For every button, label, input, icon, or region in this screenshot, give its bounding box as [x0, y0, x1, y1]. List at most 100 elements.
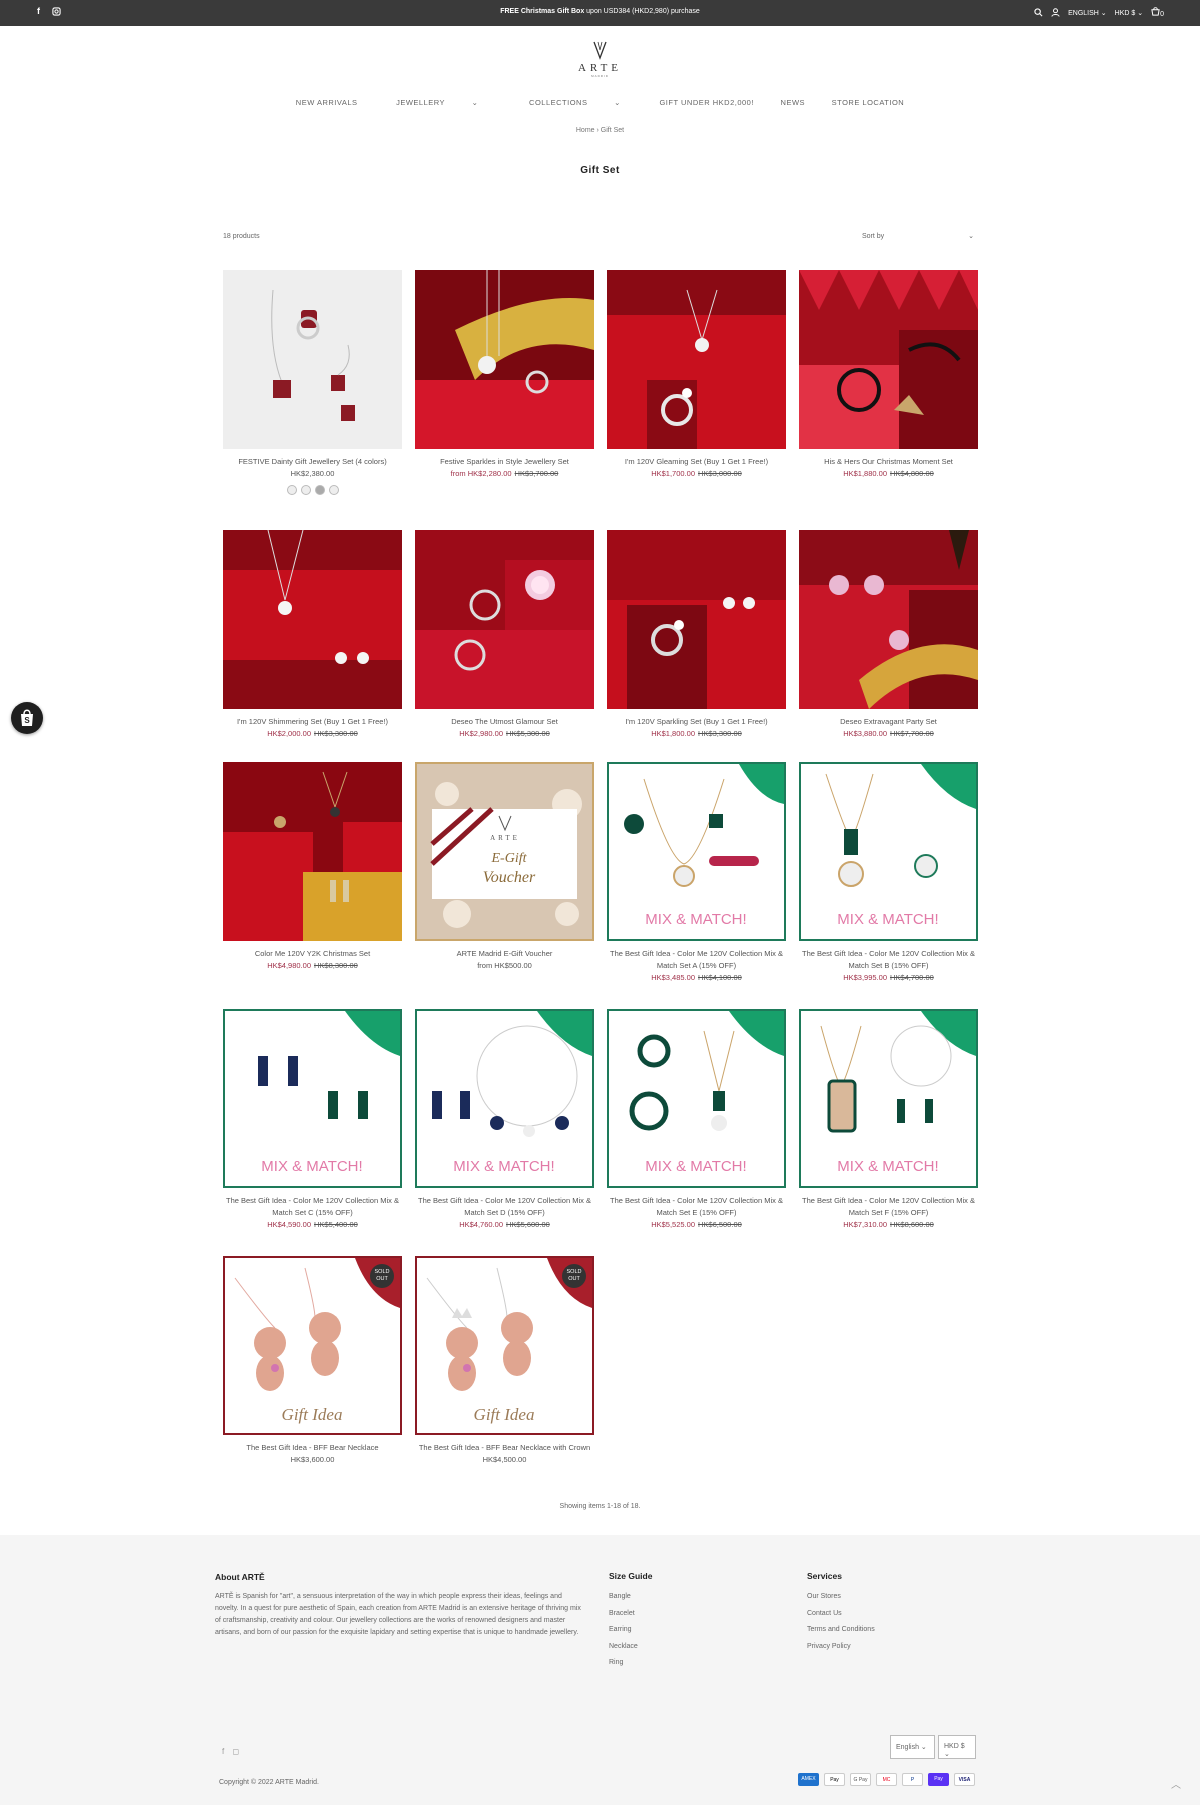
swatch[interactable]: [328, 485, 339, 495]
product-image[interactable]: Gift Idea SOLD OUT: [415, 1256, 594, 1435]
nav-collections[interactable]: COLLECTIONS ⌄: [517, 98, 633, 107]
search-icon[interactable]: [1034, 8, 1043, 17]
product-card[interactable]: MIX & MATCH! The Best Gift Idea - Color …: [607, 1009, 786, 1231]
product-image[interactable]: MIX & MATCH!: [799, 1009, 978, 1188]
product-card[interactable]: MIX & MATCH! The Best Gift Idea - Color …: [799, 1009, 978, 1231]
product-image[interactable]: [799, 530, 978, 709]
product-name[interactable]: Deseo Extravagant Party Set: [799, 716, 978, 728]
nav-news[interactable]: NEWS: [781, 98, 806, 107]
swatch[interactable]: [314, 485, 325, 495]
announcement-bar: f FREE Christmas Gift Box upon USD384 (H…: [0, 0, 1200, 26]
product-price: HK$5,525.00 HK$6,500.00: [651, 1220, 742, 1229]
shopping-bag-icon: S: [21, 709, 33, 726]
footer-link-necklace[interactable]: Necklace: [609, 1639, 652, 1656]
product-name[interactable]: The Best Gift Idea - Color Me 120V Colle…: [607, 1195, 786, 1219]
product-name[interactable]: His & Hers Our Christmas Moment Set: [799, 456, 978, 468]
svg-text:Gift Idea: Gift Idea: [282, 1405, 343, 1424]
footer-link-privacy[interactable]: Privacy Policy: [807, 1639, 875, 1656]
product-name[interactable]: FESTIVE Dainty Gift Jewellery Set (4 col…: [223, 456, 402, 468]
product-name[interactable]: The Best Gift Idea - BFF Bear Necklace w…: [415, 1442, 594, 1454]
product-image[interactable]: [607, 530, 786, 709]
product-name[interactable]: The Best Gift Idea - Color Me 120V Colle…: [415, 1195, 594, 1219]
product-name[interactable]: I'm 120V Shimmering Set (Buy 1 Get 1 Fre…: [223, 716, 402, 728]
footer-link-terms[interactable]: Terms and Conditions: [807, 1622, 875, 1639]
nav-gift-under[interactable]: GIFT UNDER HKD2,000!: [659, 98, 753, 107]
product-card[interactable]: I'm 120V Shimmering Set (Buy 1 Get 1 Fre…: [223, 530, 402, 740]
product-card[interactable]: Color Me 120V Y2K Christmas Set HK$4,980…: [223, 762, 402, 972]
product-price: HK$4,980.00 HK$8,300.00: [267, 961, 358, 970]
footer-link-bangle[interactable]: Bangle: [609, 1589, 652, 1606]
product-image[interactable]: [415, 270, 594, 449]
product-name[interactable]: Deseo The Utmost Glamour Set: [415, 716, 594, 728]
product-image[interactable]: MIX & MATCH!: [799, 762, 978, 941]
site-logo[interactable]: ARTE MADRID: [0, 40, 1200, 78]
product-card[interactable]: I'm 120V Sparkling Set (Buy 1 Get 1 Free…: [607, 530, 786, 740]
swatch[interactable]: [286, 485, 297, 495]
product-image[interactable]: MIX & MATCH!: [607, 1009, 786, 1188]
cart-button[interactable]: 0: [1151, 7, 1164, 18]
product-name[interactable]: I'm 120V Sparkling Set (Buy 1 Get 1 Free…: [607, 716, 786, 728]
nav-jewellery[interactable]: JEWELLERY ⌄: [384, 98, 490, 107]
product-card[interactable]: ARTE E-Gift Voucher ARTE Madrid E-Gift Vou…: [415, 762, 594, 972]
product-image[interactable]: MIX & MATCH!: [223, 1009, 402, 1188]
product-card[interactable]: Gift Idea SOLD OUT The Best Gift Idea - …: [223, 1256, 402, 1466]
product-name[interactable]: The Best Gift Idea - Color Me 120V Colle…: [799, 1195, 978, 1219]
footer-link-ring[interactable]: Ring: [609, 1655, 652, 1672]
swatch[interactable]: [300, 485, 311, 495]
shop-pay-icon: Pay: [928, 1773, 949, 1786]
product-image[interactable]: [223, 530, 402, 709]
currency-selector[interactable]: HKD $ ⌄: [1115, 9, 1143, 17]
product-image[interactable]: [799, 270, 978, 449]
language-selector[interactable]: ENGLISH ⌄: [1068, 9, 1107, 17]
back-to-top-icon[interactable]: ︿: [1171, 1776, 1181, 1791]
product-name[interactable]: I'm 120V Gleaming Set (Buy 1 Get 1 Free!…: [607, 456, 786, 468]
product-image[interactable]: Gift Idea SOLD OUT: [223, 1256, 402, 1435]
product-card[interactable]: Gift Idea SOLD OUT The Best Gift Idea - …: [415, 1256, 594, 1466]
account-icon[interactable]: [1051, 8, 1060, 17]
nav-store-location[interactable]: STORE LOCATION: [832, 98, 905, 107]
nav-new-arrivals[interactable]: NEW ARRIVALS: [296, 98, 358, 107]
product-card[interactable]: Festive Sparkles in Style Jewellery Set …: [415, 270, 594, 480]
product-image[interactable]: MIX & MATCH!: [607, 762, 786, 941]
product-card[interactable]: Deseo The Utmost Glamour Set HK$2,980.00…: [415, 530, 594, 740]
product-card[interactable]: Deseo Extravagant Party Set HK$3,880.00 H…: [799, 530, 978, 740]
shopify-badge[interactable]: S: [11, 702, 43, 734]
product-price: HK$4,500.00: [482, 1455, 527, 1464]
product-name[interactable]: The Best Gift Idea - Color Me 120V Colle…: [223, 1195, 402, 1219]
product-image[interactable]: ARTE E-Gift Voucher: [415, 762, 594, 941]
instagram-icon[interactable]: ◻: [232, 1747, 239, 1756]
chevron-down-icon: ⌄: [968, 233, 974, 240]
footer-link-bracelet[interactable]: Bracelet: [609, 1606, 652, 1623]
product-card[interactable]: MIX & MATCH! The Best Gift Idea - Color …: [799, 762, 978, 984]
product-name[interactable]: Festive Sparkles in Style Jewellery Set: [415, 456, 594, 468]
copyright: Copyright © 2022 ARTE Madrid.: [219, 1779, 319, 1786]
product-name[interactable]: The Best Gift Idea - BFF Bear Necklace: [223, 1442, 402, 1454]
product-image[interactable]: [223, 762, 402, 941]
footer-link-contact[interactable]: Contact Us: [807, 1606, 875, 1623]
product-card[interactable]: MIX & MATCH! The Best Gift Idea - Color …: [607, 762, 786, 984]
product-image[interactable]: MIX & MATCH!: [415, 1009, 594, 1188]
footer-link-earring[interactable]: Earring: [609, 1622, 652, 1639]
product-card[interactable]: FESTIVE Dainty Gift Jewellery Set (4 col…: [223, 270, 402, 495]
product-image[interactable]: [415, 530, 594, 709]
svg-text:ARTE: ARTE: [578, 62, 622, 74]
product-card[interactable]: I'm 120V Gleaming Set (Buy 1 Get 1 Free!…: [607, 270, 786, 480]
product-card[interactable]: MIX & MATCH! The Best Gift Idea - Color …: [415, 1009, 594, 1231]
product-name[interactable]: Color Me 120V Y2K Christmas Set: [223, 948, 402, 960]
breadcrumb[interactable]: Home › Gift Set: [0, 127, 1200, 134]
facebook-icon[interactable]: f: [222, 1747, 224, 1756]
product-card[interactable]: MIX & MATCH! The Best Gift Idea - Color …: [223, 1009, 402, 1231]
product-card[interactable]: His & Hers Our Christmas Moment Set HK$1…: [799, 270, 978, 480]
product-image[interactable]: [223, 270, 402, 449]
product-name[interactable]: ARTE Madrid E-Gift Voucher: [415, 948, 594, 960]
sort-select[interactable]: Sort by ⌄: [862, 229, 974, 243]
footer-currency-select[interactable]: HKD $ ⌄: [938, 1735, 976, 1759]
product-count: 18 products: [223, 233, 260, 240]
footer-link-stores[interactable]: Our Stores: [807, 1589, 875, 1606]
product-name[interactable]: The Best Gift Idea - Color Me 120V Colle…: [607, 948, 786, 972]
footer-language-select[interactable]: English ⌄: [890, 1735, 935, 1759]
product-name[interactable]: The Best Gift Idea - Color Me 120V Colle…: [799, 948, 978, 972]
pagination-summary: Showing items 1-18 of 18.: [559, 1503, 641, 1510]
main-nav: NEW ARRIVALS JEWELLERY ⌄ COLLECTIONS ⌄ G…: [0, 98, 1200, 107]
product-image[interactable]: [607, 270, 786, 449]
